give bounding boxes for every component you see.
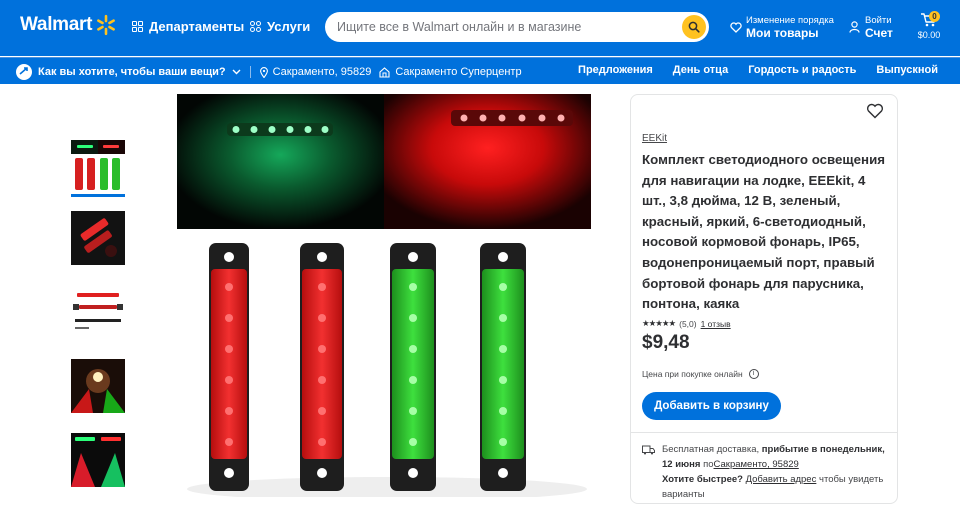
shipping-to: по <box>703 459 714 470</box>
thumbnail-4[interactable] <box>71 359 125 413</box>
thumbnail-5[interactable] <box>71 433 125 487</box>
thumbnail-1-image <box>71 140 125 194</box>
red-light-2 <box>300 243 344 491</box>
cart-total: $0.00 <box>917 30 941 40</box>
reorder-link[interactable]: Изменение порядка Мои товары <box>730 14 834 40</box>
cart-count-badge: 0 <box>929 11 940 22</box>
search-icon <box>688 21 700 33</box>
divider <box>631 432 897 433</box>
faster-prefix: Хотите быстрее? <box>662 474 743 485</box>
product-title: Комплект светодиодного освещения для нав… <box>642 152 886 312</box>
price-label: Цена при покупке онлайн <box>642 369 743 379</box>
shipping-info: Бесплатная доставка, прибытие в понедель… <box>642 442 892 502</box>
shipping-location-link[interactable]: Сакраменто, 95829 <box>714 459 799 470</box>
green-light-1 <box>390 243 436 491</box>
review-count-link[interactable]: 1 отзыв <box>701 319 731 329</box>
add-address-link[interactable]: Добавить адрес <box>746 474 817 485</box>
cart-button[interactable]: 0 $0.00 <box>916 11 942 40</box>
signin-link[interactable]: Войти Счет <box>849 14 893 40</box>
shipping-prefix: Бесплатная доставка, <box>662 444 760 455</box>
search-button[interactable] <box>682 15 706 39</box>
delivery-icon <box>16 64 32 80</box>
store-button[interactable]: Сакраменто Суперцентр <box>379 66 522 78</box>
sub-header: Как вы хотите, чтобы ваши вещи? Сакрамен… <box>0 57 960 84</box>
price-label-row: Цена при покупке онлайн i <box>642 369 759 379</box>
nav-link-fathers-day[interactable]: День отца <box>673 64 728 76</box>
search-bar <box>325 12 709 42</box>
signin-big-label: Счет <box>865 26 893 40</box>
store-label: Сакраменто Суперцентр <box>395 66 522 78</box>
rating-row: ★★★★★ (5,0) 1 отзыв <box>642 318 731 329</box>
truck-icon <box>642 445 655 455</box>
store-icon <box>379 66 390 78</box>
rating-value: (5,0) <box>679 318 697 329</box>
services-label: Услуги <box>267 19 311 34</box>
spark-logo-icon <box>97 14 116 36</box>
delivery-options-button[interactable]: Как вы хотите, чтобы ваши вещи? <box>16 64 241 80</box>
red-light-1 <box>209 243 249 491</box>
main-product-image[interactable] <box>177 94 591 497</box>
thumbnail-1[interactable] <box>71 140 125 197</box>
thumbnail-list <box>71 140 125 507</box>
product-photo <box>177 94 591 497</box>
header-divider <box>0 57 960 58</box>
chevron-down-icon <box>232 69 241 75</box>
pin-icon <box>259 66 268 78</box>
nav-link-graduation[interactable]: Выпускной <box>876 64 938 76</box>
location-label: Сакраменто, 95829 <box>272 66 372 78</box>
thumbnail-3[interactable] <box>71 285 125 339</box>
product-info-panel: EEKit Комплект светодиодного освещения д… <box>630 94 898 504</box>
walmart-logo[interactable]: Walmart <box>20 14 117 36</box>
green-light-2 <box>480 243 526 491</box>
delivery-prompt: Как вы хотите, чтобы ваши вещи? <box>38 66 226 78</box>
logo-text: Walmart <box>20 14 93 35</box>
rating-stars-icon: ★★★★★ <box>642 318 676 328</box>
reorder-big-label: Мои товары <box>746 26 819 40</box>
thumbnail-2-image <box>71 211 125 265</box>
grid-icon <box>132 21 143 32</box>
add-to-cart-button[interactable]: Добавить в корзину <box>642 392 781 420</box>
thumbnail-4-image <box>71 359 125 413</box>
heart-icon <box>730 21 742 33</box>
thumbnail-2[interactable] <box>71 211 125 265</box>
nav-link-deals[interactable]: Предложения <box>578 64 653 76</box>
thumbnail-3-image <box>71 285 125 339</box>
info-icon[interactable]: i <box>748 369 759 379</box>
top-header: Walmart Департаменты Услуги Ищите все в … <box>0 0 960 56</box>
price: $9,48 <box>642 332 690 353</box>
user-icon <box>849 21 860 33</box>
brand-link[interactable]: EEKit <box>642 133 667 144</box>
services-button[interactable]: Услуги <box>250 19 310 34</box>
location-button[interactable]: Сакраменто, 95829 <box>259 66 372 78</box>
divider <box>249 66 251 78</box>
services-grid-icon <box>250 21 261 32</box>
nav-link-pride[interactable]: Гордость и радость <box>748 64 856 76</box>
departments-label: Департаменты <box>149 19 245 34</box>
thumbnail-5-image <box>71 433 125 487</box>
departments-button[interactable]: Департаменты <box>132 19 244 34</box>
search-input[interactable] <box>337 12 667 42</box>
favorite-heart-icon[interactable] <box>866 102 884 120</box>
